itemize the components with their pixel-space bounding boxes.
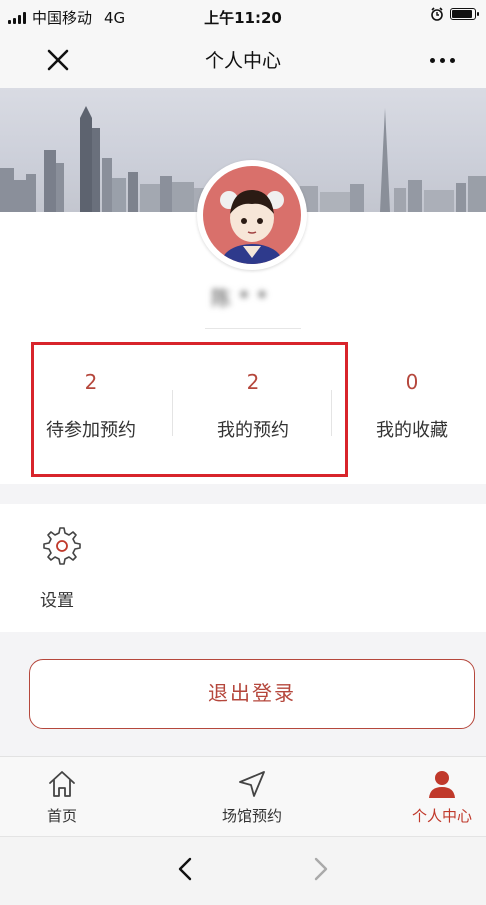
status-time: 上午11:20 <box>204 9 282 27</box>
settings-entry[interactable]: 设置 <box>40 524 88 611</box>
back-arrow-icon[interactable] <box>172 855 200 883</box>
tab-home[interactable]: 首页 <box>2 767 122 826</box>
stat-value: 0 <box>405 370 419 394</box>
settings-label: 设置 <box>40 591 74 611</box>
stat-label: 我的收藏 <box>376 420 448 441</box>
navigation-icon <box>239 771 265 797</box>
user-icon <box>429 771 455 798</box>
forward-arrow-icon[interactable] <box>306 855 334 883</box>
username: 陈** <box>211 286 275 310</box>
status-bar: 中国移动 4G 上午11:20 <box>0 0 486 32</box>
avatar[interactable] <box>197 160 307 270</box>
home-icon <box>49 771 75 797</box>
battery-icon <box>450 8 479 20</box>
browser-toolbar <box>0 836 486 905</box>
tab-bar: 首页 场馆预约 个人中心 <box>0 756 486 836</box>
page-title: 个人中心 <box>204 50 281 72</box>
gear-icon <box>43 527 81 565</box>
highlight-annotation-box <box>31 342 348 477</box>
status-right <box>430 7 479 21</box>
tab-venue-reservation[interactable]: 场馆预约 <box>192 767 312 826</box>
username-underline <box>205 328 301 329</box>
tab-label: 场馆预约 <box>221 807 282 825</box>
tab-personal-center[interactable]: 个人中心 <box>382 767 486 826</box>
tab-label: 首页 <box>46 807 77 825</box>
nav-bar: 个人中心 <box>0 32 486 88</box>
avatar-image <box>203 166 301 264</box>
stat-my-favorites[interactable]: 0 我的收藏 <box>331 366 486 442</box>
tab-label: 个人中心 <box>411 807 472 825</box>
section-divider <box>0 484 486 504</box>
more-icon[interactable] <box>422 46 462 74</box>
alarm-icon <box>431 7 443 21</box>
logout-button[interactable]: 退出登录 <box>29 659 475 729</box>
